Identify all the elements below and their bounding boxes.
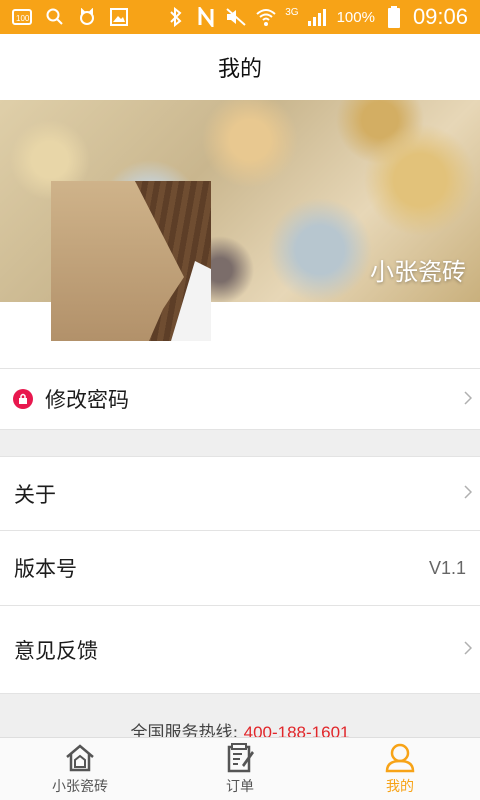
home-icon [63, 742, 97, 774]
signal-icon [307, 6, 329, 28]
nfc-icon [195, 6, 217, 28]
mute-icon [225, 6, 247, 28]
status-bar: 100 3G 100% 09:06 [0, 0, 480, 34]
battery-percent: 100% [336, 8, 375, 26]
wifi-icon [255, 6, 277, 28]
title-bar: 我的 [0, 34, 480, 100]
version-value: V1.1 [428, 557, 466, 578]
bluetooth-icon [165, 6, 187, 28]
avatar[interactable] [51, 181, 211, 341]
tab-orders-label: 订单 [226, 779, 254, 795]
feedback-label: 意见反馈 [14, 638, 98, 663]
tab-home-label: 小张瓷砖 [52, 779, 108, 795]
version-row: 版本号 V1.1 [0, 531, 480, 606]
tab-home[interactable]: 小张瓷砖 [0, 738, 160, 800]
feedback-row[interactable]: 意见反馈 [0, 606, 480, 694]
chevron-right-icon [464, 483, 473, 504]
change-password-row[interactable]: 修改密码 [0, 368, 480, 430]
lock-icon [13, 389, 33, 409]
tab-mine-label: 我的 [386, 779, 414, 795]
tab-orders[interactable]: 订单 [160, 738, 320, 800]
chevron-right-icon [464, 639, 473, 660]
chevron-right-icon [464, 389, 473, 410]
battery-saver-icon: 100 [12, 6, 34, 28]
about-row[interactable]: 关于 [0, 456, 480, 531]
page-title: 我的 [217, 57, 262, 82]
version-label: 版本号 [14, 557, 77, 581]
about-label: 关于 [14, 482, 56, 507]
cat-icon [76, 6, 98, 28]
clock: 09:06 [412, 4, 468, 29]
bottom-tab-bar: 小张瓷砖 订单 我的 [0, 737, 480, 800]
battery-icon [383, 6, 405, 28]
search-icon [44, 6, 66, 28]
user-icon [383, 742, 417, 774]
tab-mine[interactable]: 我的 [320, 738, 480, 800]
image-icon [108, 6, 130, 28]
network-type: 3G [285, 6, 299, 18]
svg-text:100: 100 [16, 14, 30, 23]
change-password-label: 修改密码 [45, 388, 129, 412]
profile-name: 小张瓷砖 [370, 258, 466, 286]
order-icon [223, 742, 257, 774]
